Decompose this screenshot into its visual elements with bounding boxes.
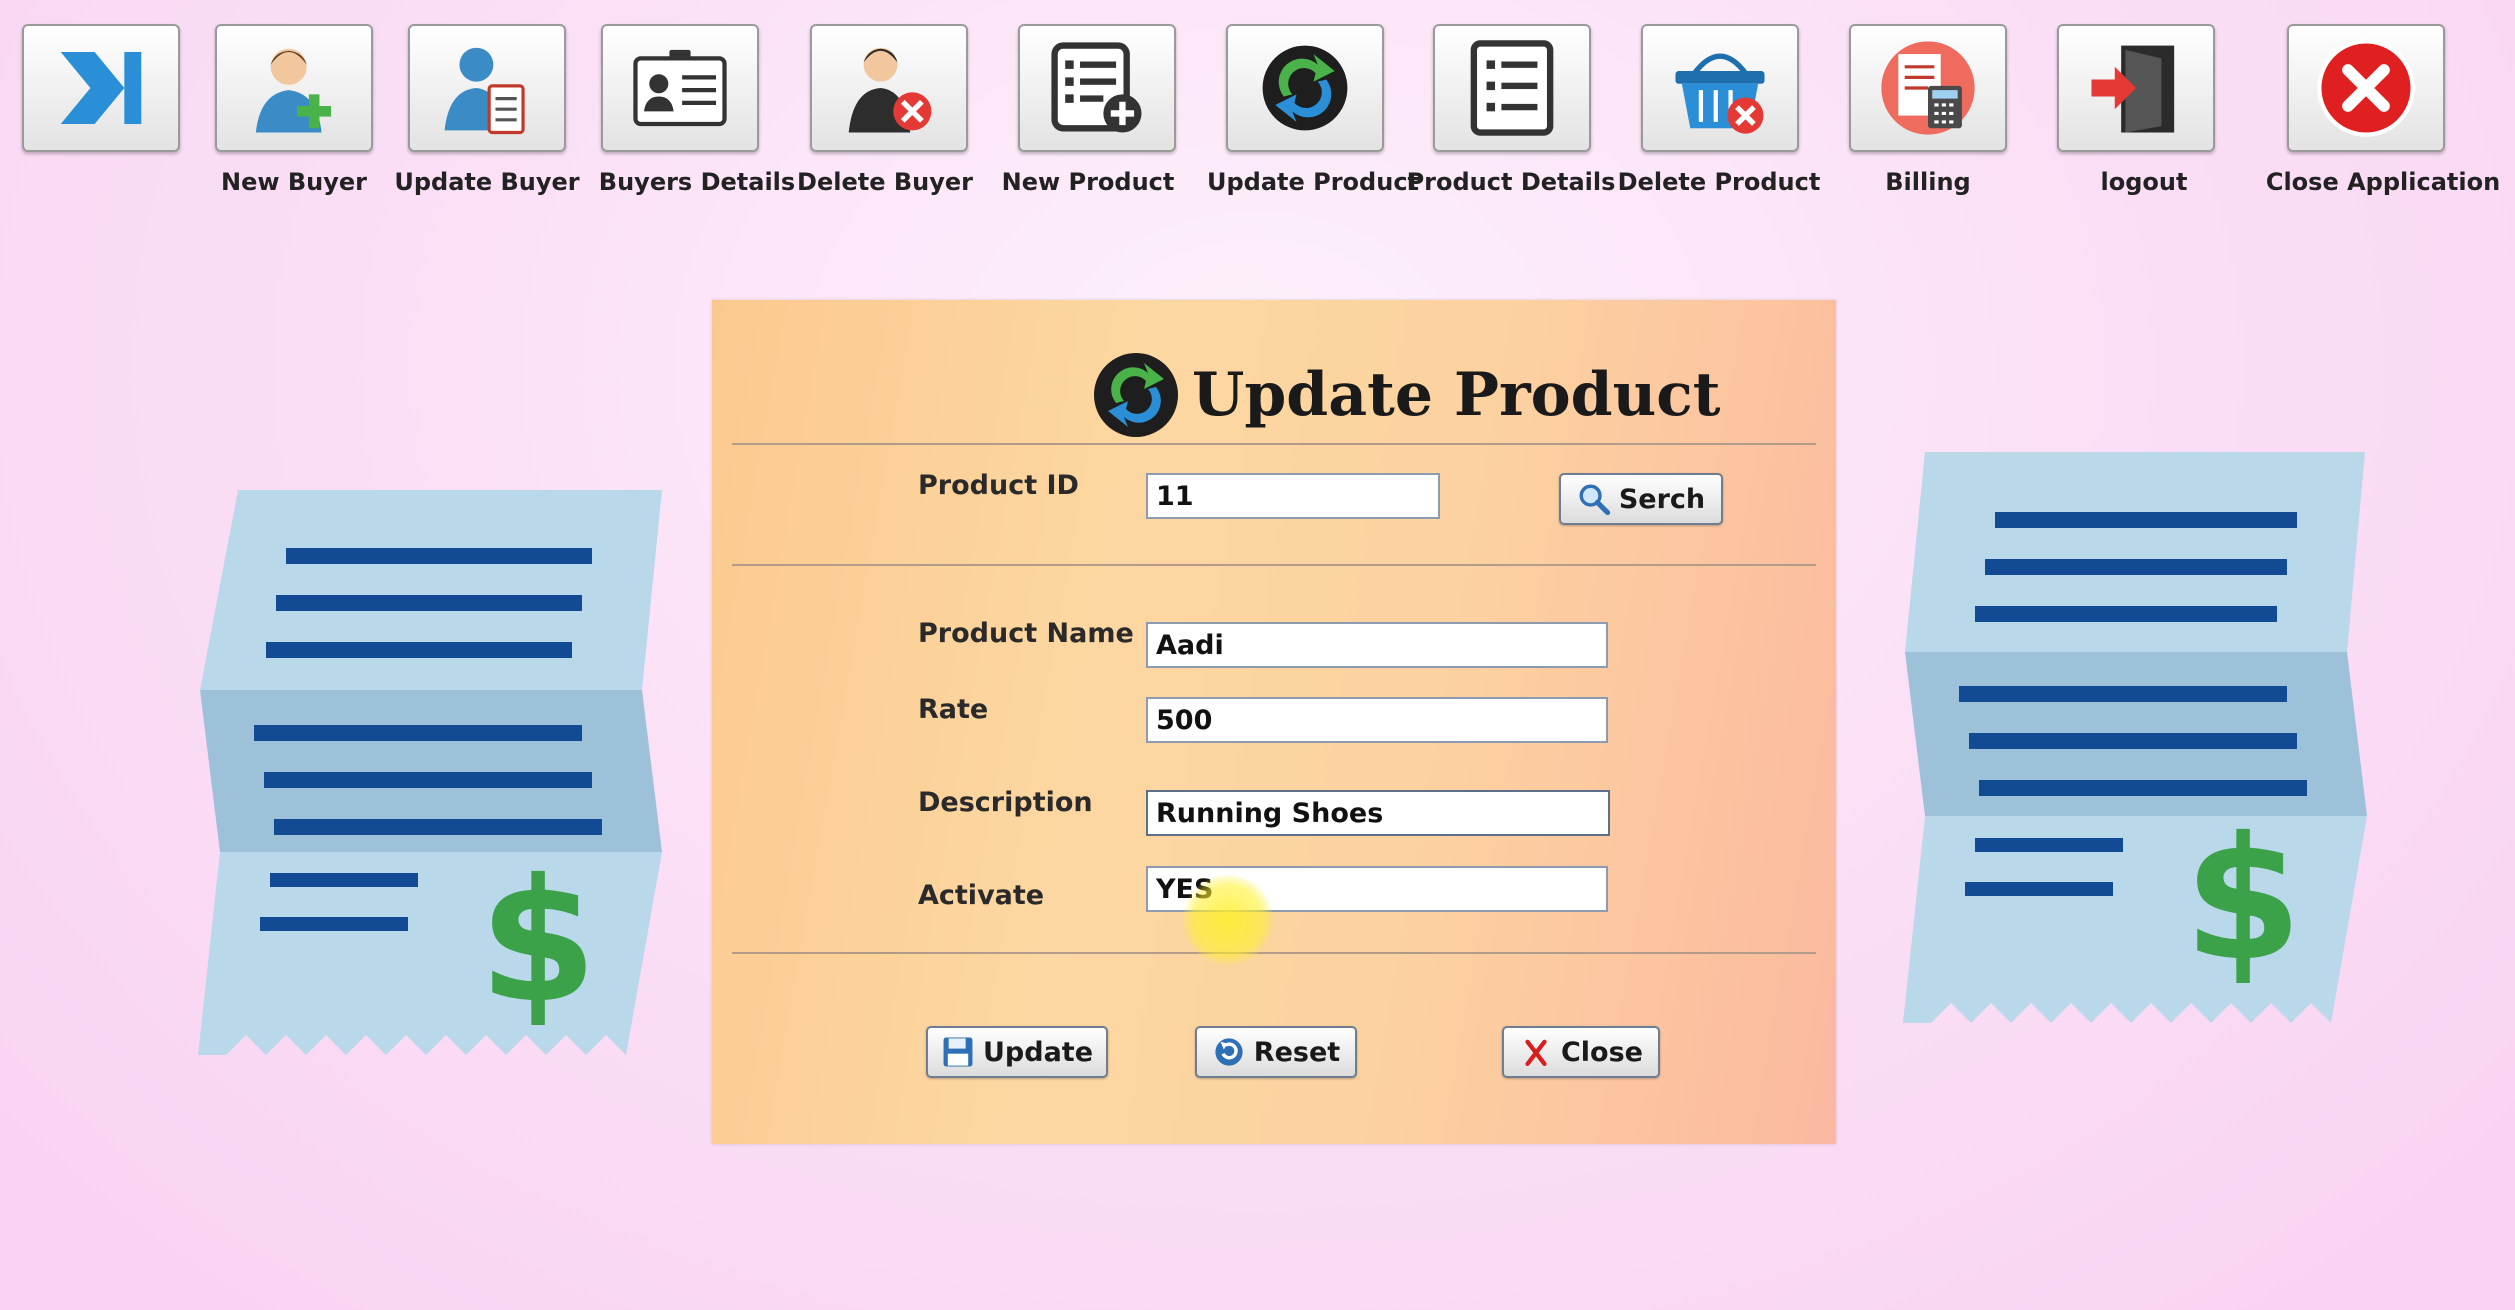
divider: [732, 564, 1816, 566]
buyers-details-button[interactable]: [601, 24, 759, 152]
delete-buyer-button[interactable]: [810, 24, 968, 152]
divider: [732, 443, 1816, 445]
delete-basket-icon: [1675, 53, 1765, 134]
search-icon: [1579, 484, 1610, 516]
billing-button[interactable]: [1849, 24, 2007, 152]
description-input[interactable]: [1146, 790, 1610, 836]
save-icon: [943, 1037, 973, 1067]
mouse-cursor-highlight: [1183, 875, 1273, 965]
reset-button[interactable]: Reset: [1195, 1026, 1357, 1078]
add-user-icon: [255, 48, 332, 133]
close-icon: [1525, 1039, 1547, 1067]
next-button[interactable]: [22, 24, 180, 152]
new-buyer-button[interactable]: [215, 24, 373, 152]
toolbar-label-logout: logout: [2100, 168, 2188, 196]
dollar-icon: $: [2184, 801, 2302, 999]
page-title: Update Product: [1192, 360, 1721, 430]
list-icon: [1470, 40, 1554, 136]
next-icon: [60, 51, 142, 125]
receipt-illustration-left: $: [198, 490, 662, 1055]
logout-button[interactable]: [2057, 24, 2215, 152]
receipt-illustration-right: $: [1903, 452, 2367, 1023]
update-product-button[interactable]: [1226, 24, 1384, 152]
toolbar-label-delete-product: Delete Product: [1617, 168, 1821, 196]
edit-user-icon: [444, 47, 525, 135]
rate-label: Rate: [918, 694, 989, 725]
id-card-icon: [633, 49, 727, 127]
update-buyer-button[interactable]: [408, 24, 566, 152]
toolbar-label-product-details: Product Details: [1406, 168, 1616, 196]
search-button-label: Serch: [1618, 483, 1706, 515]
dollar-icon: $: [479, 843, 597, 1041]
new-product-button[interactable]: [1018, 24, 1176, 152]
rate-input[interactable]: [1146, 697, 1608, 743]
close-application-button[interactable]: [2287, 24, 2445, 152]
description-label: Description: [918, 787, 1093, 818]
delete-user-icon: [848, 47, 932, 133]
product-id-input[interactable]: [1146, 473, 1440, 519]
activate-label: Activate: [918, 880, 1045, 911]
delete-product-button[interactable]: [1641, 24, 1799, 152]
update-button[interactable]: Update: [926, 1026, 1108, 1078]
toolbar-label-update-buyer: Update Buyer: [394, 168, 580, 196]
reset-button-label: Reset: [1253, 1036, 1341, 1068]
refresh-icon: [1262, 45, 1348, 131]
panel-title: Update Product: [1086, 340, 1720, 450]
close-circle-icon: [2317, 39, 2415, 137]
search-button[interactable]: Serch: [1559, 473, 1723, 525]
toolbar-label-new-product: New Product: [1001, 168, 1175, 196]
close-button[interactable]: Close: [1502, 1026, 1660, 1078]
refresh-icon: [1094, 353, 1178, 437]
toolbar-label-billing: Billing: [1885, 168, 1971, 196]
product-name-label: Product Name: [918, 618, 1134, 649]
divider: [732, 952, 1816, 954]
add-list-icon: [1051, 42, 1142, 133]
reset-icon: [1215, 1038, 1243, 1066]
update-button-label: Update: [982, 1036, 1094, 1068]
billing-icon: [1881, 41, 1975, 135]
toolbar-label-close-application: Close Application: [2265, 168, 2501, 196]
product-details-button[interactable]: [1433, 24, 1591, 152]
close-button-label: Close: [1560, 1036, 1643, 1068]
update-product-panel: Update Product Product ID Serch Product …: [712, 300, 1836, 1144]
logout-door-icon: [2091, 45, 2175, 133]
product-id-label: Product ID: [918, 470, 1079, 501]
product-name-input[interactable]: [1146, 622, 1608, 668]
